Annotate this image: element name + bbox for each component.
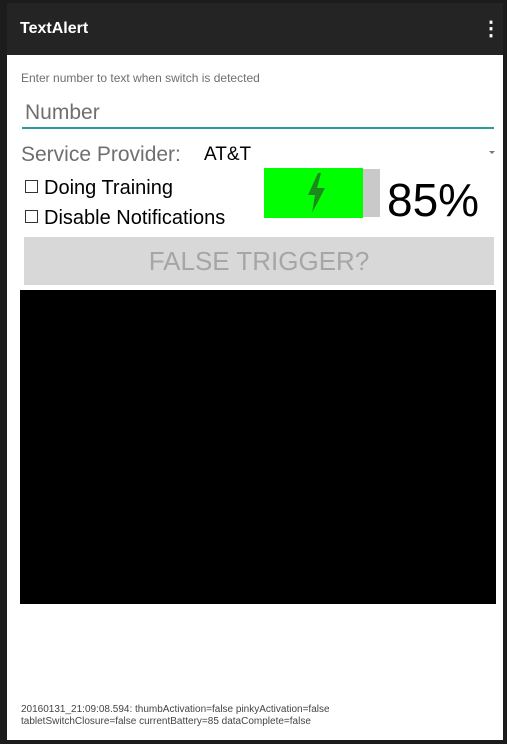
- false-trigger-button[interactable]: FALSE TRIGGER?: [24, 237, 494, 285]
- battery-indicator: [264, 168, 380, 218]
- app-bar: TextAlert ⋮: [7, 3, 503, 55]
- dropdown-arrow-icon: [489, 151, 495, 154]
- number-hint-label: Enter number to text when switch is dete…: [21, 71, 260, 85]
- checkbox-box-icon: [25, 180, 38, 194]
- service-provider-spinner[interactable]: Service Provider: AT&T: [21, 143, 497, 171]
- doing-training-checkbox[interactable]: Doing Training: [25, 177, 173, 200]
- battery-percent: 85%: [387, 174, 480, 226]
- disable-notifications-label: Disable Notifications: [44, 207, 226, 229]
- service-provider-value: AT&T: [204, 144, 252, 165]
- status-log: 20160131_21:09:08.594: thumbActivation=f…: [21, 704, 491, 728]
- status-line: tabletSwitchClosure=false currentBattery…: [21, 716, 311, 727]
- status-line: 20160131_21:09:08.594: thumbActivation=f…: [21, 704, 330, 715]
- battery-empty: [363, 169, 380, 217]
- checkbox-box-icon: [25, 210, 38, 224]
- service-provider-label: Service Provider:: [21, 143, 181, 166]
- app-screen: TextAlert ⋮ Enter number to text when sw…: [7, 3, 503, 740]
- lightning-bolt-icon: [308, 173, 325, 213]
- disable-notifications-checkbox[interactable]: Disable Notifications: [25, 207, 225, 230]
- app-title: TextAlert: [20, 20, 89, 37]
- overflow-menu-icon[interactable]: ⋮: [481, 16, 501, 42]
- camera-preview: [20, 290, 496, 604]
- doing-training-label: Doing Training: [44, 177, 173, 199]
- number-input[interactable]: [22, 99, 494, 129]
